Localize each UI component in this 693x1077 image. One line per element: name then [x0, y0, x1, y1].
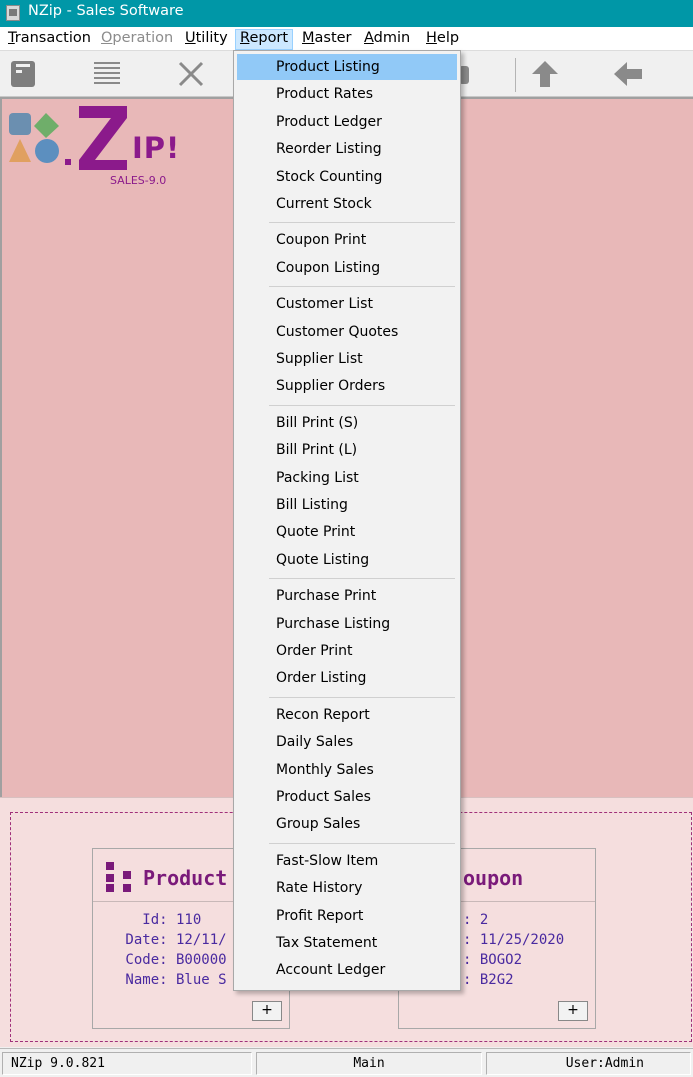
- menu-item-order-print[interactable]: Order Print: [237, 638, 457, 664]
- menu-item-customer-list[interactable]: Customer List: [237, 291, 457, 317]
- menu-item-monthly-sales[interactable]: Monthly Sales: [237, 757, 457, 783]
- menu-item-recon-report[interactable]: Recon Report: [237, 702, 457, 728]
- product-add-button[interactable]: +: [252, 1001, 282, 1021]
- menu-item-bill-print-s[interactable]: Bill Print (S): [237, 410, 457, 436]
- menu-item-customer-quotes[interactable]: Customer Quotes: [237, 319, 457, 345]
- menu-item-quote-print[interactable]: Quote Print: [237, 519, 457, 545]
- menu-separator: [269, 696, 455, 698]
- up-arrow-icon[interactable]: [530, 59, 560, 89]
- coupon-id: : 2: [463, 912, 489, 928]
- coupon-date: : 11/25/2020: [463, 932, 565, 948]
- menu-item-product-rates[interactable]: Product Rates: [237, 81, 457, 107]
- status-user: User:Admin: [486, 1052, 691, 1075]
- menu-item-supplier-list[interactable]: Supplier List: [237, 346, 457, 372]
- status-bar: NZip 9.0.821 Main User:Admin: [0, 1048, 693, 1077]
- menu-operation[interactable]: Operation: [96, 29, 178, 50]
- menu-separator: [269, 842, 455, 844]
- product-date: Date: 12/11/: [117, 932, 227, 948]
- menu-item-fast-slow-item[interactable]: Fast-Slow Item: [237, 848, 457, 874]
- menu-item-group-sales[interactable]: Group Sales: [237, 811, 457, 837]
- list-icon[interactable]: [92, 59, 122, 89]
- coupon-code: : BOGO2: [463, 952, 523, 968]
- menu-item-quote-listing[interactable]: Quote Listing: [237, 547, 457, 573]
- menu-item-daily-sales[interactable]: Daily Sales: [237, 729, 457, 755]
- report-menu: Product Listing Product Rates Product Ledg…: [233, 50, 461, 991]
- menu-item-rate-history[interactable]: Rate History: [237, 875, 457, 901]
- logo-wordmark: IP!: [132, 131, 181, 165]
- menu-separator: [269, 404, 455, 406]
- menu-transaction[interactable]: Transaction: [3, 29, 96, 50]
- menu-item-bill-print-l[interactable]: Bill Print (L): [237, 437, 457, 463]
- delete-icon[interactable]: [176, 59, 206, 89]
- menu-item-purchase-listing[interactable]: Purchase Listing: [237, 611, 457, 637]
- menu-utility[interactable]: Utility: [180, 29, 233, 50]
- menu-item-coupon-print[interactable]: Coupon Print: [237, 227, 457, 253]
- status-version: NZip 9.0.821: [2, 1052, 252, 1075]
- menu-separator: [269, 286, 455, 288]
- coupon-card-title: oupon: [463, 866, 524, 890]
- menu-item-supplier-orders[interactable]: Supplier Orders: [237, 373, 457, 399]
- menu-help[interactable]: Help: [421, 29, 464, 50]
- menu-item-stock-counting[interactable]: Stock Counting: [237, 164, 457, 190]
- menu-item-purchase-print[interactable]: Purchase Print: [237, 583, 457, 609]
- menu-item-profit-report[interactable]: Profit Report: [237, 903, 457, 929]
- menu-separator: [269, 222, 455, 224]
- toolbar-separator: [515, 58, 516, 92]
- left-arrow-icon[interactable]: [613, 59, 643, 89]
- menu-item-order-listing[interactable]: Order Listing: [237, 665, 457, 691]
- menu-item-coupon-listing[interactable]: Coupon Listing: [237, 255, 457, 281]
- menu-separator: [269, 578, 455, 580]
- menu-item-product-ledger[interactable]: Product Ledger: [237, 109, 457, 135]
- app-icon: [6, 5, 20, 21]
- menu-item-product-listing[interactable]: Product Listing: [237, 54, 457, 80]
- menu-item-packing-list[interactable]: Packing List: [237, 465, 457, 491]
- status-screen: Main: [256, 1052, 482, 1075]
- menu-bar: Transaction Operation Utility Report Master A…: [0, 27, 693, 51]
- new-icon[interactable]: [8, 59, 38, 89]
- logo-version: SALES-9.0: [110, 174, 167, 187]
- product-code: Code: B00000: [117, 952, 227, 968]
- menu-item-tax-statement[interactable]: Tax Statement: [237, 930, 457, 956]
- menu-item-reorder-listing[interactable]: Reorder Listing: [237, 136, 457, 162]
- menu-admin[interactable]: Admin: [359, 29, 415, 50]
- window-title: NZip - Sales Software: [28, 3, 184, 19]
- product-id: Id: 110: [117, 912, 202, 928]
- coupon-add-button[interactable]: +: [558, 1001, 588, 1021]
- menu-item-current-stock[interactable]: Current Stock: [237, 191, 457, 217]
- coupon-name: : B2G2: [463, 972, 514, 988]
- product-card-title: Product: [143, 866, 228, 890]
- logo-shapes-icon: [9, 113, 59, 163]
- menu-master[interactable]: Master: [297, 29, 357, 50]
- title-bar: NZip - Sales Software: [0, 0, 693, 27]
- menu-item-product-sales[interactable]: Product Sales: [237, 784, 457, 810]
- menu-item-bill-listing[interactable]: Bill Listing: [237, 492, 457, 518]
- product-name: Name: Blue S: [117, 972, 227, 988]
- menu-item-account-ledger[interactable]: Account Ledger: [237, 957, 457, 983]
- product-card-icon: [106, 862, 134, 892]
- menu-report[interactable]: Report: [235, 29, 294, 50]
